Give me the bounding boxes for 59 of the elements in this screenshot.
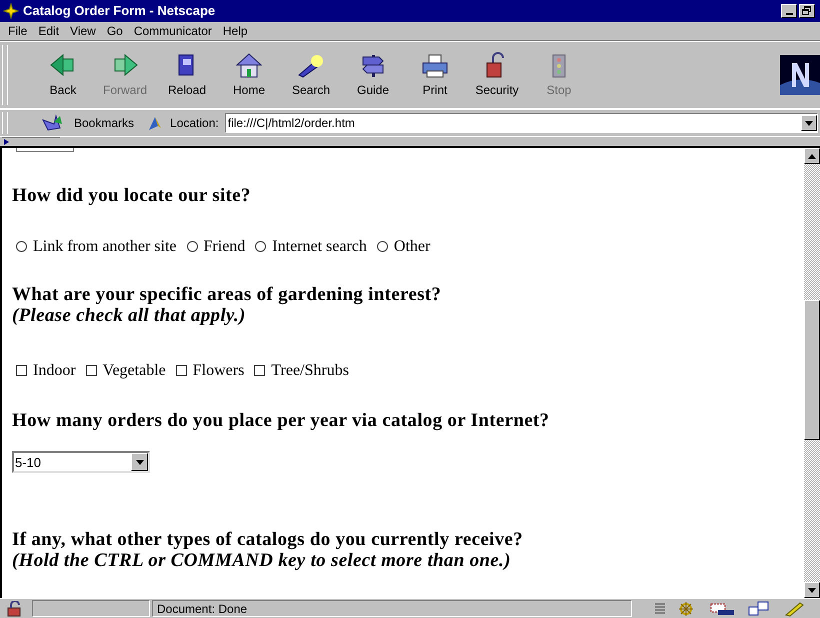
toolbar-button[interactable]: Search [280, 51, 342, 99]
menu-item[interactable]: View [70, 22, 96, 40]
toolbar-button[interactable]: Print [404, 51, 466, 99]
radio-button[interactable] [16, 240, 27, 252]
radio-button[interactable] [186, 240, 198, 252]
up-arrow-icon [808, 154, 816, 158]
restore-button[interactable] [799, 4, 815, 18]
option-label: Link from another site [33, 236, 177, 256]
question-text: How did you locate our site? [12, 185, 251, 206]
dropdown-button[interactable] [801, 115, 817, 131]
location-label: Location: [170, 115, 219, 132]
menu-item[interactable]: Edit [38, 22, 60, 40]
status-text: Document: Done [152, 600, 632, 617]
option-label: Friend [204, 236, 246, 256]
option-label: Vegetable [102, 360, 166, 380]
caret-icon [136, 460, 144, 464]
netscape-logo-icon[interactable] [780, 55, 820, 95]
checkbox[interactable] [254, 364, 266, 376]
house-icon [233, 51, 265, 79]
checkbox[interactable] [86, 364, 97, 376]
toolbar-button[interactable]: Reload [156, 51, 218, 99]
collapse-tab[interactable] [2, 137, 60, 146]
chat-bubbles-icon[interactable] [748, 600, 770, 616]
toolbar-button[interactable]: Security [466, 51, 528, 99]
dropdown-button[interactable] [131, 453, 148, 471]
option-label: Internet search [272, 236, 367, 256]
caret-icon [805, 120, 813, 126]
window-title: Catalog Order Form - Netscape [23, 2, 216, 20]
option-label: Indoor [33, 360, 76, 380]
radio-button[interactable] [255, 240, 266, 252]
instruction-text: (Hold the CTRL or COMMAND key to select more than one.) [12, 550, 511, 571]
mail-icon[interactable] [710, 602, 736, 616]
checkbox[interactable] [16, 364, 27, 376]
star-logo-icon [3, 3, 19, 19]
pen-icon[interactable] [784, 600, 804, 616]
menu-item[interactable]: Communicator [134, 22, 212, 40]
list-icon[interactable] [654, 602, 666, 616]
question-text: What are your specific areas of gardening interest? [12, 284, 442, 305]
menu-item[interactable]: File [8, 22, 28, 40]
minimize-button[interactable] [781, 4, 797, 18]
triangle-icon [4, 139, 9, 145]
toolbar-button[interactable]: Back [32, 51, 94, 99]
bookmarks-button[interactable]: Bookmarks [74, 114, 134, 132]
question-text: How many orders do you place per year via catalog or Internet? [12, 410, 550, 431]
question-text: If any, what other types of catalogs do you currently receive? [12, 529, 523, 550]
dropdown-field[interactable]: 5-10 [12, 451, 150, 473]
toolbar-button[interactable]: Guide [342, 51, 404, 99]
instruction-text: (Please check all that apply.) [12, 305, 246, 326]
radio-button[interactable] [376, 240, 388, 252]
menu-item[interactable]: Go [106, 22, 123, 40]
menu-item[interactable]: Help [222, 22, 248, 40]
option-label: Flowers [192, 360, 244, 380]
option-label: Other [394, 236, 430, 256]
option-label: Tree/Shrubs [271, 360, 349, 380]
scrollbar[interactable] [804, 148, 820, 598]
checkbox[interactable] [176, 364, 187, 376]
toolbar-button[interactable]: Home [218, 51, 280, 99]
down-arrow-icon [808, 588, 816, 592]
location-field[interactable]: file:///C|/html2/order.htm [224, 113, 818, 133]
